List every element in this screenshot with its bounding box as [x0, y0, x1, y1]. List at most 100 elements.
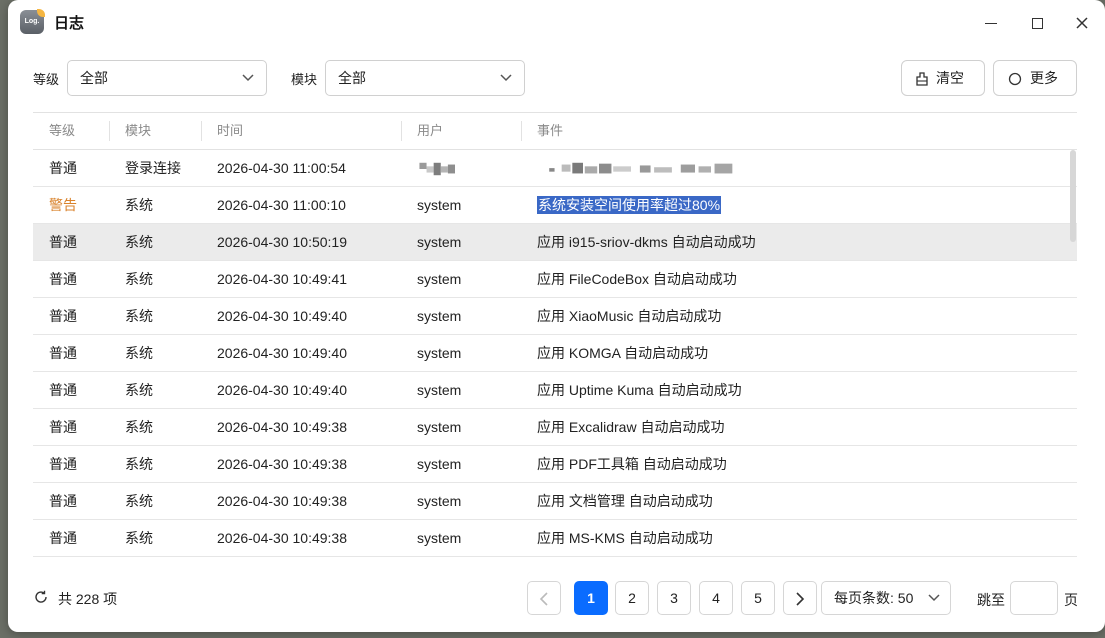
table-row[interactable]: 普通 系统 2026-04-30 10:49:38 system 应用 Exca… — [33, 409, 1077, 446]
table-row[interactable]: 普通 系统 2026-04-30 10:49:40 system 应用 Upti… — [33, 372, 1077, 409]
row-time: 2026-04-30 10:49:38 — [217, 493, 347, 509]
row-level: 普通 — [49, 271, 77, 287]
page-button-5[interactable]: 5 — [741, 581, 775, 615]
table-row[interactable]: 警告 系统 2026-04-30 11:00:10 system 系统安装空间使… — [33, 187, 1077, 224]
prev-page-button[interactable] — [527, 581, 561, 615]
row-time: 2026-04-30 10:50:19 — [217, 234, 347, 250]
goto-label: 跳至 — [977, 592, 1005, 608]
close-icon — [1076, 17, 1088, 29]
table-row[interactable]: 普通 系统 2026-04-30 10:49:38 system 应用 PDF工… — [33, 446, 1077, 483]
page-button-2[interactable]: 2 — [615, 581, 649, 615]
row-module: 系统 — [125, 493, 153, 509]
column-divider — [401, 121, 402, 141]
table-row-hovered[interactable]: 普通 系统 2026-04-30 10:50:19 system 应用 i915… — [33, 224, 1077, 261]
row-time: 2026-04-30 10:49:40 — [217, 345, 347, 361]
page-button-1[interactable]: 1 — [574, 581, 608, 615]
close-button[interactable] — [1069, 10, 1095, 34]
row-module: 系统 — [125, 456, 153, 472]
total-count: 共 228 项 — [58, 591, 118, 607]
selected-text: 系统安装空间使用率超过80% — [537, 196, 722, 214]
per-page-select[interactable]: 每页条数: 50 — [821, 581, 951, 615]
clear-icon — [916, 72, 928, 86]
row-user: system — [417, 197, 462, 213]
maximize-button[interactable] — [1024, 10, 1050, 34]
row-level: 普通 — [49, 234, 77, 250]
row-level: 普通 — [49, 308, 77, 324]
row-time: 2026-04-30 10:49:38 — [217, 419, 347, 435]
table-row[interactable]: 普通 系统 2026-04-30 10:49:40 system 应用 KOMG… — [33, 335, 1077, 372]
log-window: Log. 日志 等级 全部 模块 全部 清空 更多 等级 模块 时间 用户 事件 — [8, 0, 1105, 632]
level-select-value: 全部 — [80, 70, 108, 86]
module-filter-label: 模块 — [291, 72, 318, 87]
per-page-value: 每页条数: 50 — [834, 590, 914, 606]
row-module: 系统 — [125, 530, 153, 546]
row-user: system — [417, 271, 462, 287]
row-time: 2026-04-30 10:49:41 — [217, 271, 347, 287]
log-app-icon: Log. — [20, 9, 45, 34]
row-event: 应用 XiaoMusic 自动启动成功 — [537, 308, 722, 324]
goto-page-input[interactable] — [1010, 581, 1058, 615]
row-user: system — [417, 308, 462, 324]
refresh-icon[interactable] — [34, 590, 48, 604]
table-header: 等级 模块 时间 用户 事件 — [33, 112, 1077, 150]
row-level: 普通 — [49, 345, 77, 361]
row-event: 应用 PDF工具箱 自动启动成功 — [537, 456, 727, 472]
row-time: 2026-04-30 10:49:40 — [217, 382, 347, 398]
minimize-button[interactable] — [978, 10, 1004, 34]
page-button-3[interactable]: 3 — [657, 581, 691, 615]
row-level: 普通 — [49, 456, 77, 472]
row-event: 应用 MS-KMS 自动启动成功 — [537, 530, 713, 546]
column-header-module[interactable]: 模块 — [125, 113, 151, 149]
row-user: system — [417, 456, 462, 472]
row-module: 系统 — [125, 234, 153, 250]
chevron-down-icon — [928, 594, 940, 602]
row-module: 系统 — [125, 271, 153, 287]
row-time: 2026-04-30 11:00:54 — [217, 160, 346, 176]
table-row[interactable]: 普通 系统 2026-04-30 10:49:41 system 应用 File… — [33, 261, 1077, 298]
level-select[interactable]: 全部 — [67, 60, 267, 96]
row-user: system — [417, 419, 462, 435]
window-title: 日志 — [54, 15, 85, 32]
table-row[interactable]: 普通 登录连接 2026-04-30 11:00:54 — [33, 150, 1077, 187]
row-user: system — [417, 530, 462, 546]
row-module: 系统 — [125, 345, 153, 361]
scrollbar-thumb[interactable] — [1070, 150, 1076, 242]
column-divider — [109, 121, 110, 141]
chevron-left-icon — [539, 592, 548, 606]
row-user: system — [417, 234, 462, 250]
row-event: 应用 Excalidraw 自动启动成功 — [537, 419, 725, 435]
column-header-level[interactable]: 等级 — [49, 113, 75, 149]
level-filter-label: 等级 — [33, 72, 60, 87]
log-table: 等级 模块 时间 用户 事件 普通 登录连接 2026-04-30 11:00:… — [33, 112, 1077, 557]
next-page-button[interactable] — [783, 581, 817, 615]
row-user: system — [417, 382, 462, 398]
module-select[interactable]: 全部 — [325, 60, 525, 96]
row-module: 系统 — [125, 382, 153, 398]
page-button-4[interactable]: 4 — [699, 581, 733, 615]
row-user: system — [417, 345, 462, 361]
table-row[interactable]: 普通 系统 2026-04-30 10:49:38 system 应用 MS-K… — [33, 520, 1077, 557]
column-header-time[interactable]: 时间 — [217, 113, 243, 149]
row-event: 应用 KOMGA 自动启动成功 — [537, 345, 709, 361]
row-level-warning: 警告 — [49, 197, 77, 213]
row-event: 系统安装空间使用率超过80% — [537, 187, 722, 223]
row-event: 应用 i915-sriov-dkms 自动启动成功 — [537, 234, 756, 250]
more-icon — [1008, 73, 1022, 86]
row-user: system — [417, 493, 462, 509]
row-level: 普通 — [49, 493, 77, 509]
table-row[interactable]: 普通 系统 2026-04-30 10:49:38 system 应用 文档管理… — [33, 483, 1077, 520]
clear-button[interactable]: 清空 — [901, 60, 985, 96]
row-module: 系统 — [125, 419, 153, 435]
column-divider — [201, 121, 202, 141]
minimize-icon — [985, 22, 997, 24]
row-event-redacted — [537, 150, 757, 186]
table-row[interactable]: 普通 系统 2026-04-30 10:49:40 system 应用 Xiao… — [33, 298, 1077, 335]
row-level: 普通 — [49, 382, 77, 398]
column-header-event[interactable]: 事件 — [537, 113, 563, 149]
more-button[interactable]: 更多 — [993, 60, 1077, 96]
more-label: 更多 — [1030, 70, 1058, 86]
row-module: 系统 — [125, 197, 153, 213]
column-header-user[interactable]: 用户 — [417, 113, 443, 149]
module-select-value: 全部 — [338, 70, 366, 86]
row-level: 普通 — [49, 160, 77, 176]
